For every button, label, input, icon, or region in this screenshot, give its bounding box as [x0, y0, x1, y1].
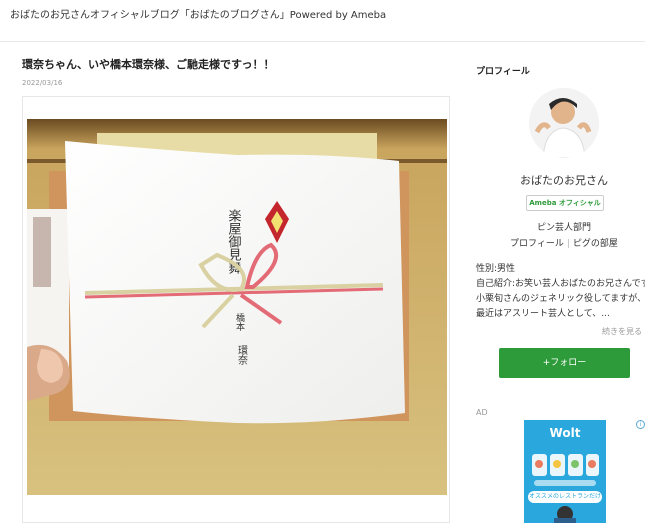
- article-title[interactable]: 環奈ちゃん、いや橋本環奈様、ご馳走様ですっ！！: [22, 56, 450, 72]
- article-image-frame: 楽屋御見舞 橋本 環奈: [22, 96, 450, 523]
- article: 環奈ちゃん、いや橋本環奈様、ご馳走様ですっ！！ 2022/03/16 楽屋御見舞…: [22, 56, 450, 523]
- profile-heading: プロフィール: [476, 67, 530, 77]
- noshi-name-1: 橋本: [234, 312, 245, 332]
- ad-info-icon[interactable]: i: [636, 420, 645, 429]
- ad-tagline: オススメのレストランだけ: [528, 491, 602, 503]
- profile-photo-icon: [529, 88, 599, 158]
- bio-line: 小栗旬さんのジェネリック役してますが、: [476, 294, 645, 304]
- article-date: 2022/03/16: [22, 79, 63, 87]
- wolt-ad-banner[interactable]: Wolt オススメのレストランだけ: [524, 420, 606, 523]
- bio-line: 自己紹介:お笑い芸人おばたのお兄さんです。: [476, 279, 645, 289]
- blogger-name[interactable]: おばたのお兄さん: [468, 172, 645, 188]
- site-title[interactable]: おばたのお兄さんオフィシャルブログ「おばたのブログさん」Powered by A…: [10, 6, 386, 21]
- profile-links: プロフィール | ピグの部屋: [468, 236, 645, 249]
- avatar[interactable]: [529, 88, 599, 158]
- noshi-name-2: 環奈: [236, 345, 248, 365]
- official-badge: Ameba オフィシャル: [526, 195, 604, 211]
- genre-link[interactable]: ピン芸人部門: [468, 220, 645, 233]
- blog-header: おばたのお兄さんオフィシャルブログ「おばたのブログさん」Powered by A…: [0, 0, 645, 42]
- follow-button[interactable]: +フォロー: [499, 348, 630, 378]
- bio-line: 最近はアスリート芸人として、...: [476, 309, 610, 319]
- profile-link[interactable]: プロフィール: [510, 239, 564, 249]
- bio-gender: 性別:男性: [476, 264, 516, 274]
- ad-label: AD: [476, 408, 488, 417]
- link-separator: |: [566, 239, 570, 249]
- ad-illustration-icon: [532, 454, 599, 523]
- pig-room-link[interactable]: ピグの部屋: [573, 239, 618, 249]
- gift-box-photo: 楽屋御見舞 橋本 環奈: [27, 119, 447, 495]
- read-more-link[interactable]: 続きを見る: [468, 326, 642, 337]
- article-photo[interactable]: 楽屋御見舞 橋本 環奈: [27, 119, 447, 495]
- profile-bio: 性別:男性 自己紹介:お笑い芸人おばたのお兄さんです。 小栗旬さんのジェネリック…: [476, 262, 645, 322]
